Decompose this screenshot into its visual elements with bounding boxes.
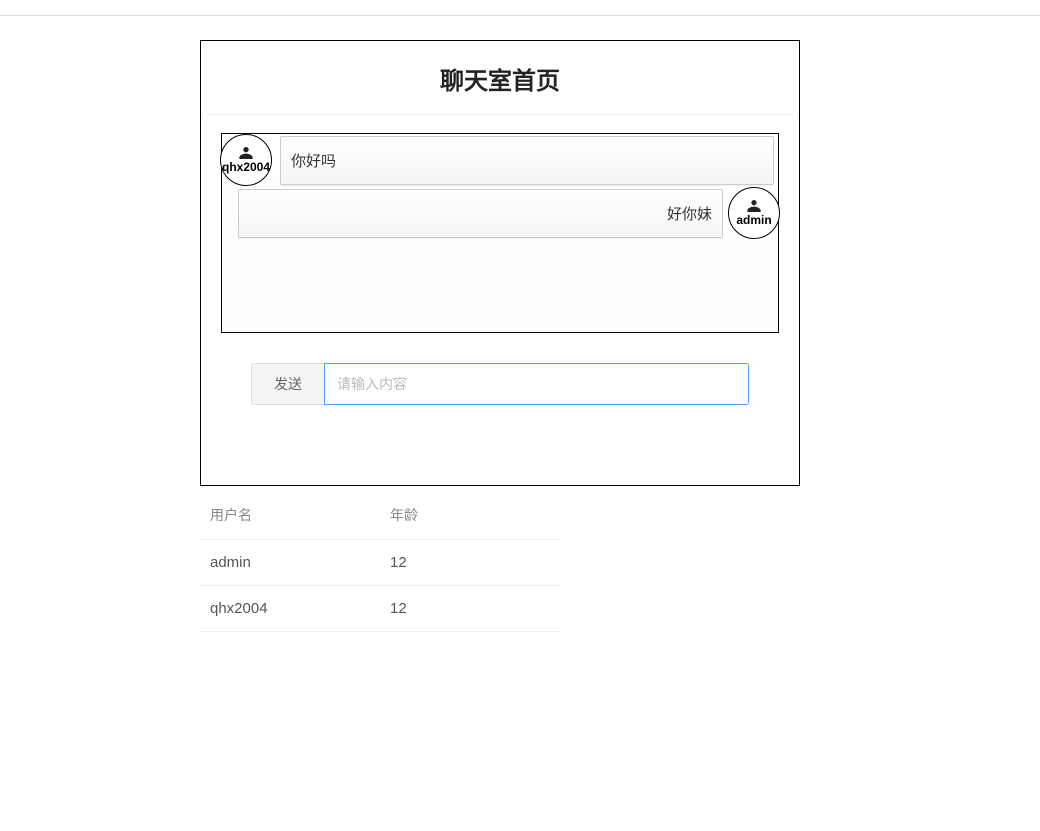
message-input-area: 发送 [251, 363, 749, 405]
user-avatar: qhx2004 [220, 134, 272, 186]
avatar-username: qhx2004 [222, 161, 270, 173]
table-row: qhx2004 12 [200, 586, 560, 632]
cell-age: 12 [380, 586, 560, 632]
cell-age: 12 [380, 540, 560, 586]
table-header-username: 用户名 [200, 491, 380, 540]
avatar-username: admin [736, 214, 771, 226]
chat-messages-box: qhx2004 你好吗 admin 好你妹 [221, 133, 779, 333]
cell-username: admin [200, 540, 380, 586]
cell-username: qhx2004 [200, 586, 380, 632]
chat-message-row: qhx2004 你好吗 [222, 136, 778, 185]
chat-message-row: admin 好你妹 [222, 189, 778, 238]
chat-message-bubble: 好你妹 [238, 189, 723, 238]
chat-message-bubble: 你好吗 [280, 136, 774, 185]
user-list-table: 用户名 年龄 admin 12 qhx2004 12 [200, 491, 560, 632]
table-header-age: 年龄 [380, 491, 560, 540]
user-avatar: admin [728, 187, 780, 239]
person-icon [746, 200, 762, 212]
send-button[interactable]: 发送 [251, 363, 324, 405]
person-icon [238, 147, 254, 159]
table-row: admin 12 [200, 540, 560, 586]
page-title: 聊天室首页 [207, 61, 793, 96]
chat-room-container: 聊天室首页 qhx2004 你好吗 [200, 40, 800, 486]
message-input[interactable] [324, 363, 749, 405]
